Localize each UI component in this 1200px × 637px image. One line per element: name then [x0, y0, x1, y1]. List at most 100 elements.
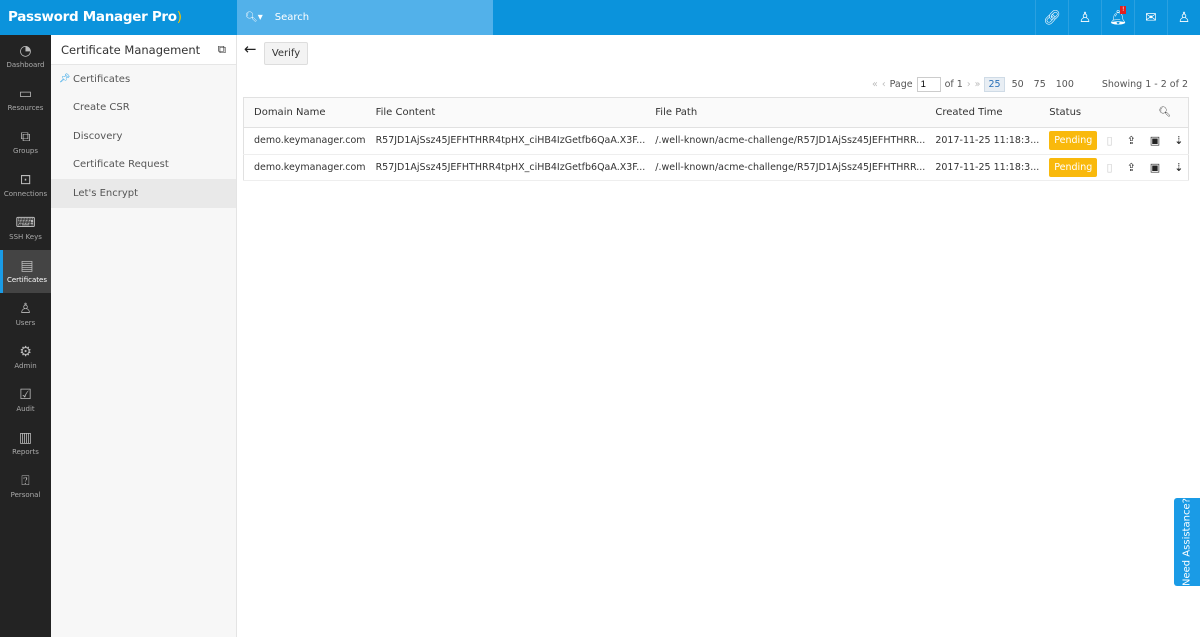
- nav-personal[interactable]: ⍰ Personal: [0, 465, 51, 508]
- chat-icon[interactable]: ▣: [1150, 161, 1160, 174]
- reports-icon: ▥: [18, 430, 33, 446]
- nav-resources[interactable]: ▭ Resources: [0, 78, 51, 121]
- submenu-item-certificates[interactable]: 📌︎ Certificates: [51, 65, 236, 94]
- logo-arc-icon: ): [176, 9, 182, 25]
- nav-groups[interactable]: ⧉ Groups: [0, 121, 51, 164]
- file-content-cell: R57JD1AjSsz45JEFHTHRR4tpHX_ciHB4IzGetfb6…: [365, 154, 646, 181]
- pin-icon: 📌︎: [59, 74, 71, 85]
- pagination: « ‹ Page of 1 › » 25 50 75 100: [872, 77, 1077, 92]
- app-title: Password Manager Pro: [8, 9, 177, 25]
- nav-label: Certificates: [6, 276, 47, 284]
- nav-label: Dashboard: [6, 61, 45, 69]
- personal-icon: ⍰: [21, 473, 30, 489]
- nav-label: Audit: [16, 405, 35, 413]
- file-path-cell: /.well-known/acme-challenge/R57JD1AjSsz4…: [645, 154, 926, 181]
- mail-icon[interactable]: ✉: [1134, 0, 1167, 35]
- submenu: Certificate Management ⧉ 📌︎ Certificates C…: [51, 35, 237, 637]
- col-file-content[interactable]: File Content: [365, 97, 646, 128]
- next-page-icon[interactable]: ›: [967, 79, 971, 90]
- nav-certificates[interactable]: ▤ Certificates: [0, 250, 51, 293]
- top-bar: Password Manager Pro) 🔍︎▾ Search 🔗︎ ♙ 🔔︎!…: [0, 0, 1200, 35]
- col-status[interactable]: Status: [1039, 97, 1149, 128]
- dashboard-icon: ◔: [19, 43, 32, 59]
- deploy-icon[interactable]: ⇣: [1174, 161, 1183, 174]
- actions-cell: ▯ ⇪ ▣ ⇣: [1107, 127, 1189, 155]
- nav-label: Admin: [14, 362, 37, 370]
- nav-label: Users: [15, 319, 36, 327]
- certificates-icon: ▤: [20, 258, 34, 274]
- submenu-label: Certificate Request: [73, 159, 169, 171]
- nav-label: SSH Keys: [9, 233, 42, 241]
- ssh-keys-icon: ⌨: [15, 215, 36, 231]
- deploy-icon[interactable]: ⇣: [1174, 134, 1183, 147]
- nav-ssh-keys[interactable]: ⌨ SSH Keys: [0, 207, 51, 250]
- app-logo[interactable]: Password Manager Pro): [8, 9, 182, 25]
- nav-dashboard[interactable]: ◔ Dashboard: [0, 35, 51, 78]
- certificate-icon[interactable]: ▯: [1107, 161, 1113, 174]
- domain-cell: demo.keymanager.com: [243, 154, 366, 181]
- page-size-75[interactable]: 75: [1031, 78, 1049, 91]
- submenu-label: Certificates: [73, 73, 131, 85]
- search-input[interactable]: 🔍︎▾ Search: [237, 0, 493, 35]
- notification-badge: !: [1120, 6, 1127, 14]
- audit-icon: ☑: [19, 387, 32, 403]
- submenu-label: Let's Encrypt: [73, 187, 139, 199]
- connections-icon: ⊡: [19, 172, 32, 188]
- first-page-icon[interactable]: «: [872, 79, 878, 90]
- link-icon[interactable]: 🔗︎: [1035, 0, 1068, 35]
- nav-label: Resources: [7, 104, 44, 112]
- upload-icon[interactable]: ⇪: [1127, 134, 1136, 147]
- verify-button[interactable]: Verify: [264, 42, 308, 65]
- challenge-table: Domain Name File Content File Path Creat…: [243, 97, 1189, 181]
- resources-icon: ▭: [18, 86, 33, 102]
- back-arrow-icon[interactable]: ←: [244, 40, 257, 58]
- submenu-label: Discovery: [73, 130, 123, 142]
- user-star-icon[interactable]: ♙: [1068, 0, 1101, 35]
- table-row[interactable]: demo.keymanager.com R57JD1AjSsz45JEFHTHRR…: [243, 154, 1189, 181]
- nav-rail: ◔ Dashboard ▭ Resources ⧉ Groups ⊡ Connections ⌨…: [0, 35, 51, 637]
- chat-icon[interactable]: ▣: [1150, 134, 1160, 147]
- submenu-item-discovery[interactable]: Discovery: [51, 122, 236, 151]
- actions-cell: ▯ ⇪ ▣ ⇣: [1107, 154, 1189, 181]
- nav-connections[interactable]: ⊡ Connections: [0, 164, 51, 207]
- submenu-item-create-csr[interactable]: Create CSR: [51, 94, 236, 123]
- bell-icon[interactable]: 🔔︎!: [1101, 0, 1134, 35]
- search-icon[interactable]: 🔍︎▾: [245, 12, 263, 23]
- submenu-item-lets-encrypt[interactable]: Let's Encrypt: [51, 179, 236, 208]
- nav-label: Groups: [13, 147, 38, 155]
- nav-audit[interactable]: ☑ Audit: [0, 379, 51, 422]
- nav-label: Connections: [3, 190, 48, 198]
- search-placeholder: Search: [274, 12, 310, 23]
- upload-icon[interactable]: ⇪: [1127, 161, 1136, 174]
- nav-users[interactable]: ♙ Users: [0, 293, 51, 336]
- page-size-50[interactable]: 50: [1009, 78, 1027, 91]
- export-icon[interactable]: ⧉: [218, 42, 226, 57]
- need-assistance-tab[interactable]: Need Assistance?: [1174, 498, 1200, 586]
- table-search-icon[interactable]: 🔍︎: [1148, 97, 1189, 128]
- nav-reports[interactable]: ▥ Reports: [0, 422, 51, 465]
- showing-count: Showing 1 - 2 of 2: [1101, 79, 1188, 90]
- nav-label: Personal: [10, 491, 41, 499]
- user-icon[interactable]: ♙: [1167, 0, 1200, 35]
- certificate-icon[interactable]: ▯: [1107, 134, 1113, 147]
- page-of: of 1: [944, 79, 963, 90]
- users-icon: ♙: [19, 301, 32, 317]
- file-content-cell: R57JD1AjSsz45JEFHTHRR4tpHX_ciHB4IzGetfb6…: [365, 127, 646, 155]
- table-row[interactable]: demo.keymanager.com R57JD1AjSsz45JEFHTHRR…: [243, 127, 1189, 155]
- page-input[interactable]: [916, 77, 941, 92]
- created-cell: 2017-11-25 11:18:3...: [925, 127, 1040, 155]
- page-size-100[interactable]: 100: [1053, 78, 1077, 91]
- prev-page-icon[interactable]: ‹: [882, 79, 886, 90]
- col-created[interactable]: Created Time: [925, 97, 1040, 128]
- created-cell: 2017-11-25 11:18:3...: [925, 154, 1040, 181]
- col-domain[interactable]: Domain Name: [243, 97, 366, 128]
- admin-icon: ⚙: [19, 344, 32, 360]
- submenu-title: Certificate Management: [61, 42, 201, 57]
- submenu-item-certificate-request[interactable]: Certificate Request: [51, 151, 236, 180]
- groups-icon: ⧉: [20, 129, 31, 145]
- last-page-icon[interactable]: »: [975, 79, 981, 90]
- domain-cell: demo.keymanager.com: [243, 127, 366, 155]
- page-size-25[interactable]: 25: [984, 77, 1005, 92]
- nav-admin[interactable]: ⚙ Admin: [0, 336, 51, 379]
- col-file-path[interactable]: File Path: [645, 97, 926, 128]
